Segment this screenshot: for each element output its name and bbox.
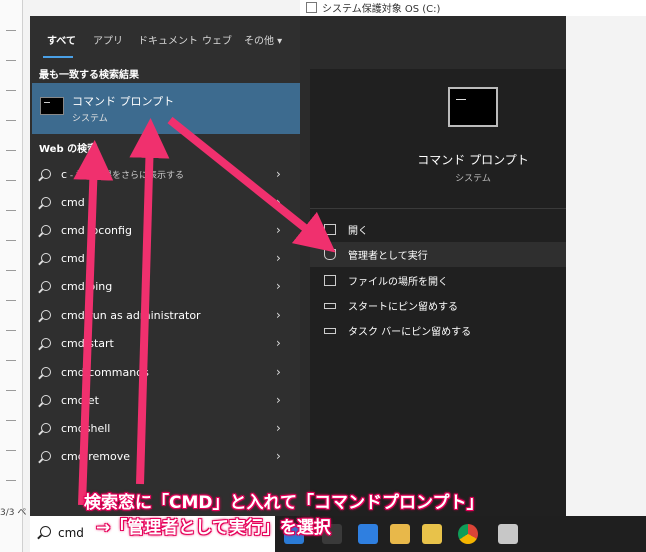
tab-web[interactable]: ウェブ bbox=[202, 32, 232, 47]
open-icon bbox=[324, 224, 336, 235]
best-match-title: コマンド プロンプト bbox=[72, 95, 175, 108]
web-result[interactable]: cmdshell › bbox=[30, 415, 300, 443]
web-result[interactable]: cmd remove › bbox=[30, 443, 300, 471]
best-match-header: 最も一致する検索結果 bbox=[39, 70, 139, 81]
web-result[interactable]: cmd › bbox=[30, 245, 300, 273]
web-result[interactable]: cmd run as administrator › bbox=[30, 302, 300, 330]
web-result[interactable]: cmd › bbox=[30, 189, 300, 217]
preview-subtitle: システム bbox=[455, 174, 491, 184]
result-sublabel: - 検索結果をさらに表示する bbox=[67, 171, 185, 181]
pin-icon bbox=[324, 303, 336, 309]
chevron-right-icon: › bbox=[276, 421, 281, 435]
chevron-right-icon: › bbox=[276, 393, 281, 407]
annotation-line-1: 検索窓に「CMD」と入れて「コマンドプロンプト」 bbox=[84, 493, 484, 513]
result-label: cmd bbox=[61, 252, 85, 265]
preview-title: コマンド プロンプト bbox=[417, 153, 529, 167]
best-match-item[interactable]: コマンド プロンプト システム bbox=[32, 83, 300, 134]
search-icon bbox=[41, 338, 51, 348]
result-label: cmdlet bbox=[61, 394, 99, 407]
tab-all[interactable]: すべて bbox=[47, 32, 76, 47]
action-label: タスク バーにピン留めする bbox=[348, 327, 472, 338]
chevron-right-icon: › bbox=[276, 223, 281, 237]
pin-icon bbox=[324, 328, 336, 334]
chevron-right-icon: › bbox=[276, 308, 281, 322]
search-icon bbox=[41, 281, 51, 291]
result-label: cmdshell bbox=[61, 422, 111, 435]
explorer-icon[interactable] bbox=[422, 524, 442, 544]
result-label: cmd ipconfig bbox=[61, 224, 132, 237]
search-icon bbox=[41, 451, 51, 461]
search-icon bbox=[41, 367, 51, 377]
search-icon bbox=[41, 423, 51, 433]
tab-documents[interactable]: ドキュメント bbox=[138, 32, 198, 47]
web-result[interactable]: cmd ping › bbox=[30, 273, 300, 301]
action-open[interactable]: 開く bbox=[310, 217, 566, 242]
web-result[interactable]: c - 検索結果をさらに表示する › bbox=[30, 161, 300, 189]
result-label: cmd remove bbox=[61, 450, 131, 463]
mail-icon[interactable] bbox=[358, 524, 378, 544]
chevron-right-icon: › bbox=[276, 365, 281, 379]
tab-more[interactable]: その他 ▾ bbox=[244, 32, 282, 47]
command-prompt-large-icon bbox=[448, 87, 498, 127]
folder-icon[interactable] bbox=[390, 524, 410, 544]
search-icon bbox=[40, 526, 51, 537]
action-label: ファイルの場所を開く bbox=[348, 277, 448, 288]
file-location-icon bbox=[324, 275, 336, 286]
checkbox[interactable] bbox=[306, 2, 317, 13]
web-result[interactable]: cmd ipconfig › bbox=[30, 217, 300, 245]
chevron-right-icon: › bbox=[276, 279, 281, 293]
preview-pane: コマンド プロンプト システム 開く 管理者として実行 ファイルの場所を開く ス… bbox=[310, 69, 566, 516]
best-match-subtitle: システム bbox=[72, 114, 108, 124]
action-label: 開く bbox=[348, 226, 368, 237]
search-icon bbox=[41, 225, 51, 235]
action-open-file-location[interactable]: ファイルの場所を開く bbox=[310, 268, 566, 293]
web-search-header: Web の検索 bbox=[39, 144, 98, 155]
web-result[interactable]: cmd start › bbox=[30, 330, 300, 358]
result-label: cmd start bbox=[61, 337, 114, 350]
background-text: システム保護対象 OS (C:) bbox=[322, 4, 441, 15]
search-tabs: すべて アプリ ドキュメント ウェブ その他 ▾ bbox=[30, 16, 566, 62]
chevron-right-icon: › bbox=[276, 195, 281, 209]
chevron-right-icon: › bbox=[276, 449, 281, 463]
search-query: cmd bbox=[58, 526, 84, 540]
page-indicator: 3/3 ペ bbox=[0, 508, 27, 518]
active-tab-indicator bbox=[43, 56, 73, 58]
chevron-right-icon: › bbox=[276, 336, 281, 350]
annotation-line-2: →「管理者として実行」を選択 bbox=[96, 518, 331, 538]
search-icon bbox=[41, 310, 51, 320]
search-icon bbox=[41, 197, 51, 207]
result-label: cmd commands bbox=[61, 366, 149, 379]
action-pin-to-taskbar[interactable]: タスク バーにピン留めする bbox=[310, 318, 566, 343]
search-icon bbox=[41, 169, 51, 179]
chevron-right-icon: › bbox=[276, 251, 281, 265]
action-pin-to-start[interactable]: スタートにピン留めする bbox=[310, 293, 566, 318]
chevron-right-icon: › bbox=[276, 167, 281, 181]
divider bbox=[310, 208, 566, 209]
action-label: スタートにピン留めする bbox=[348, 302, 458, 313]
web-result[interactable]: cmd commands › bbox=[30, 359, 300, 387]
action-label: 管理者として実行 bbox=[348, 251, 428, 262]
app-icon[interactable] bbox=[498, 524, 518, 544]
tab-apps[interactable]: アプリ bbox=[93, 32, 123, 47]
start-menu: すべて アプリ ドキュメント ウェブ その他 ▾ 最も一致する検索結果 コマンド… bbox=[30, 16, 566, 516]
result-label: cmd run as administrator bbox=[61, 309, 201, 322]
chrome-icon[interactable] bbox=[458, 524, 478, 544]
shield-icon bbox=[324, 249, 336, 260]
result-label: cmd ping bbox=[61, 280, 113, 293]
command-prompt-icon bbox=[40, 97, 64, 115]
document-ruler bbox=[0, 0, 23, 552]
search-icon bbox=[41, 395, 51, 405]
background-window-strip: システム保護対象 OS (C:) bbox=[300, 0, 646, 16]
web-result[interactable]: cmdlet › bbox=[30, 387, 300, 415]
result-label: cmd bbox=[61, 196, 85, 209]
search-icon bbox=[41, 253, 51, 263]
action-run-as-admin[interactable]: 管理者として実行 bbox=[310, 242, 566, 267]
